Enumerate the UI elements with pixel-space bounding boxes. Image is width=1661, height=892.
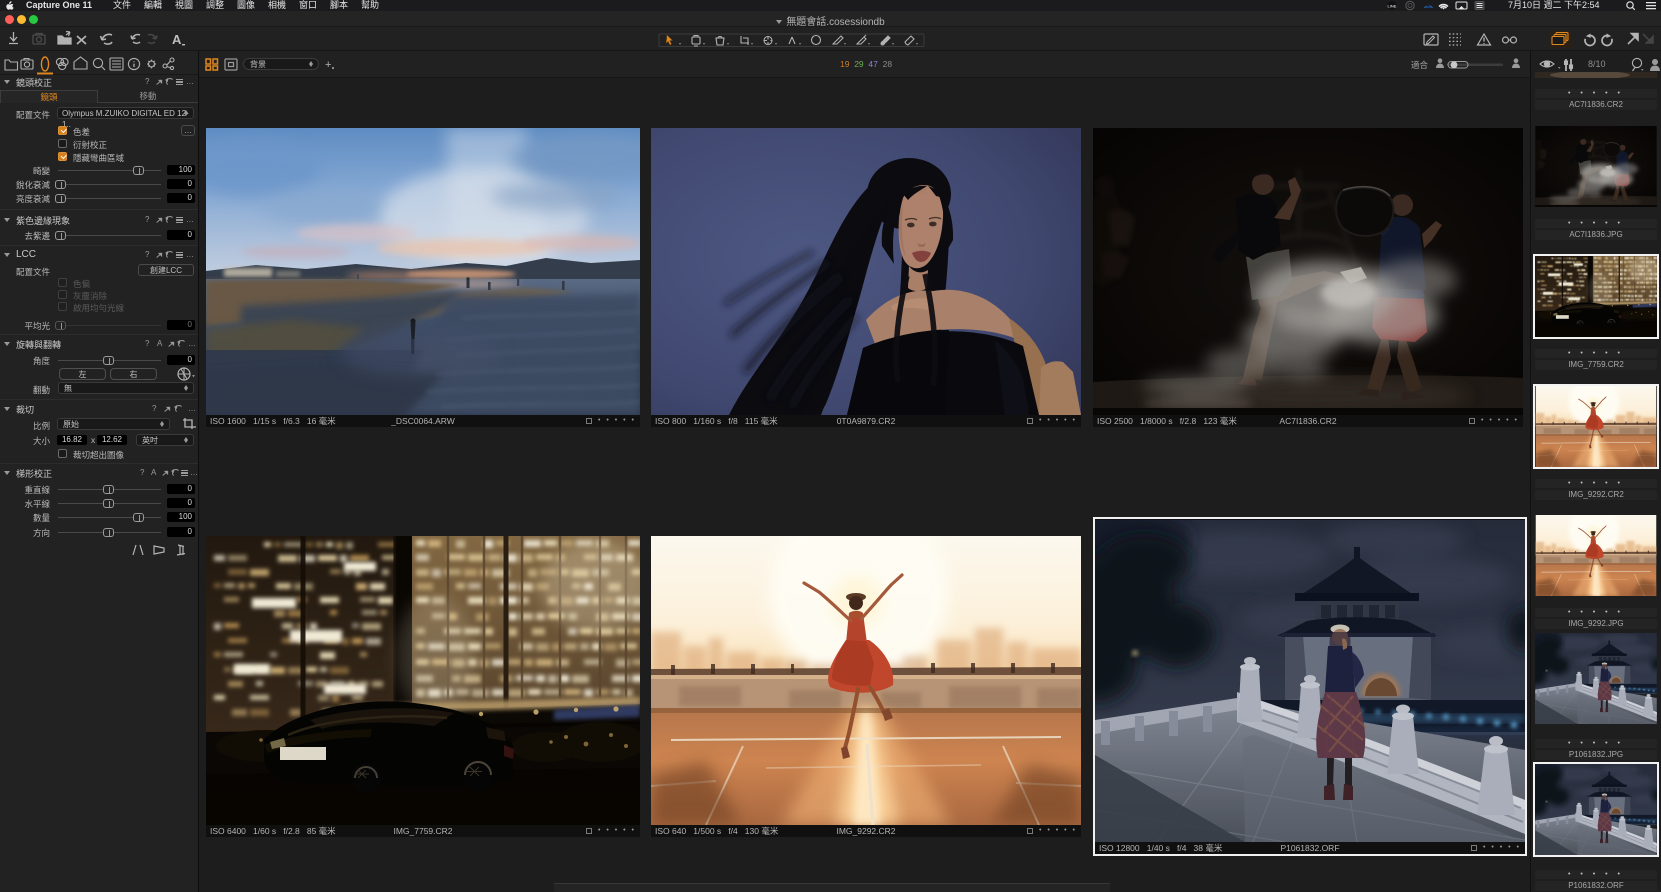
svg-text:8/10: 8/10 [1588, 59, 1606, 69]
svg-text:LINE: LINE [1388, 4, 1397, 9]
svg-text:+: + [325, 59, 331, 71]
svg-text:A: A [172, 32, 182, 47]
